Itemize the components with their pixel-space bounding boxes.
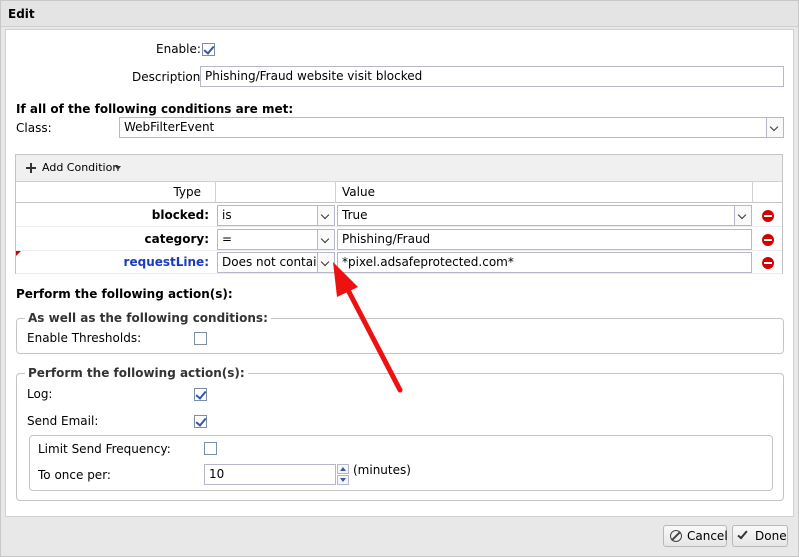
annotation-arrow <box>333 262 403 393</box>
